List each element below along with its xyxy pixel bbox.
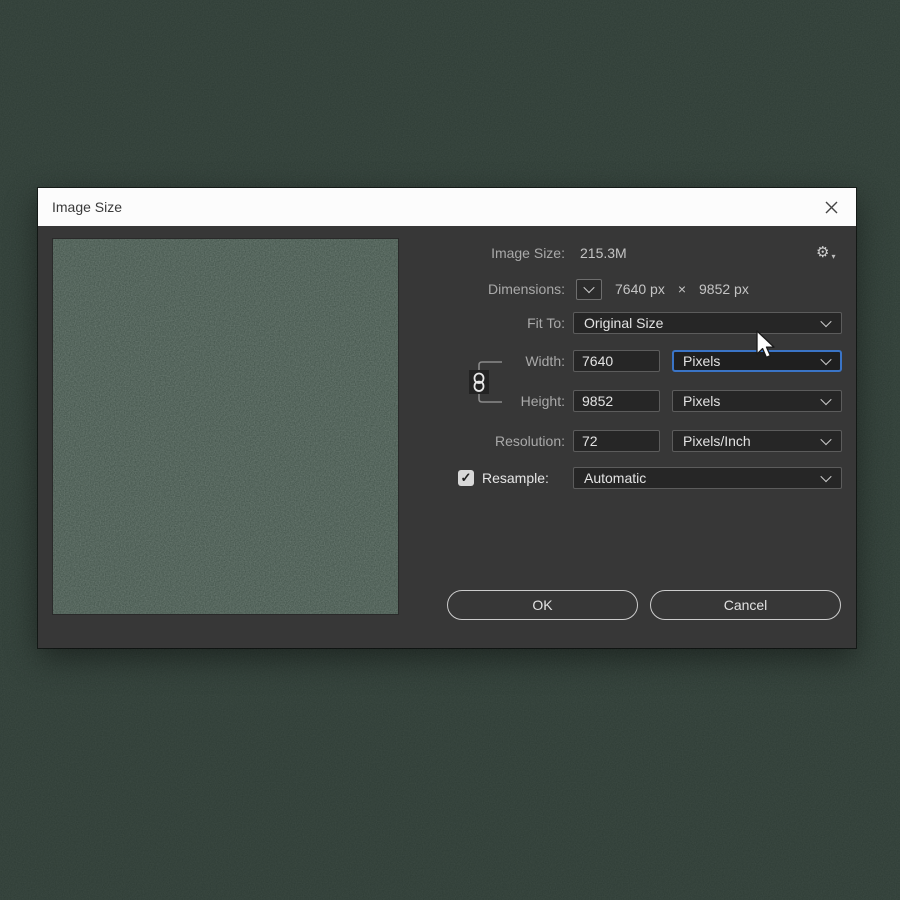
checkmark-icon: ✓ [461,470,472,486]
dialog-title: Image Size [52,199,122,215]
height-unit-dropdown[interactable]: Pixels [672,390,842,412]
height-label: Height: [435,390,565,412]
dimensions-label: Dimensions: [435,278,565,300]
image-size-value: 215.3M [580,242,627,264]
dialog-titlebar[interactable]: Image Size [38,188,856,226]
chevron-down-icon [820,434,831,445]
fit-to-dropdown[interactable]: Original Size [573,312,842,334]
chevron-down-icon [820,354,831,365]
cancel-button[interactable]: Cancel [650,590,841,620]
resample-label: Resample: [482,467,549,489]
dimensions-separator: × [678,278,686,300]
dimensions-unit-dropdown[interactable] [576,279,602,300]
ok-button[interactable]: OK [447,590,638,620]
height-unit-value: Pixels [683,393,822,409]
gear-icon: ⚙ [816,242,829,264]
resolution-unit-dropdown[interactable]: Pixels/Inch [672,430,842,452]
mouse-cursor [755,330,779,362]
chevron-down-icon [820,471,831,482]
dimensions-row: 7640 px × 9852 px [576,278,749,300]
chevron-down-icon [583,282,594,293]
width-label: Width: [435,350,565,372]
height-input[interactable] [573,390,660,412]
dimensions-height-value: 9852 px [699,278,749,300]
close-icon[interactable] [820,196,842,218]
chevron-down-icon [820,316,831,327]
fit-to-label: Fit To: [435,312,565,334]
dialog-body: Image Size: 215.3M ⚙ ▾ Dimensions: 7640 … [38,226,856,648]
dimensions-width-value: 7640 px [615,278,665,300]
image-size-dialog: Image Size Image Size: 215.3M [38,188,856,648]
fit-to-value: Original Size [584,315,822,331]
resolution-label: Resolution: [435,430,565,452]
width-unit-value: Pixels [683,353,822,369]
image-preview[interactable] [52,238,399,615]
image-size-label: Image Size: [435,242,565,264]
resolution-unit-value: Pixels/Inch [683,433,822,449]
resolution-input[interactable] [573,430,660,452]
resample-value: Automatic [584,470,822,486]
dialog-options-button[interactable]: ⚙ ▾ [816,242,835,264]
resample-checkbox[interactable]: ✓ [458,470,474,486]
width-input[interactable] [573,350,660,372]
resample-dropdown[interactable]: Automatic [573,467,842,489]
gear-caret-icon: ▾ [831,252,835,261]
chevron-down-icon [820,394,831,405]
